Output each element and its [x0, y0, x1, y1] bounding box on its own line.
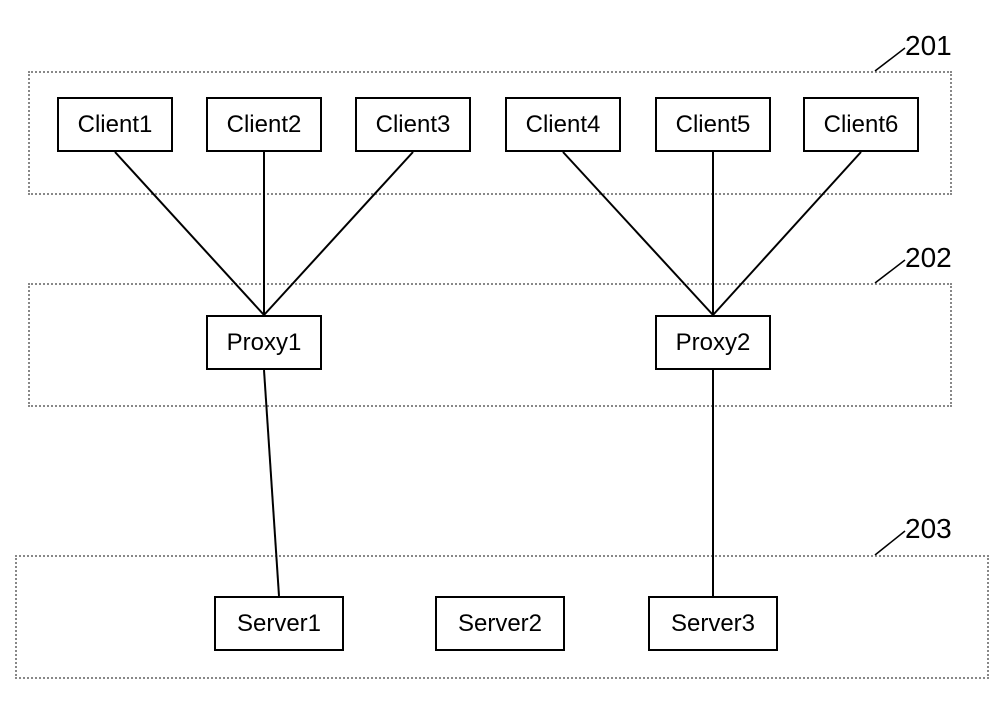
- client4-label: Client4: [526, 111, 601, 139]
- client2-label: Client2: [227, 111, 302, 139]
- diagram-canvas: 201 202 203 Client1 Client2 Client3 Clie…: [0, 0, 1000, 727]
- server3-label: Server3: [671, 610, 755, 638]
- proxies-layer-label: 202: [905, 242, 952, 274]
- proxy1-label: Proxy1: [227, 329, 302, 357]
- server2-node: Server2: [435, 596, 565, 651]
- server2-label: Server2: [458, 610, 542, 638]
- client5-node: Client5: [655, 97, 771, 152]
- proxy2-node: Proxy2: [655, 315, 771, 370]
- proxy2-label: Proxy2: [676, 329, 751, 357]
- server1-node: Server1: [214, 596, 344, 651]
- servers-layer-label: 203: [905, 513, 952, 545]
- proxies-layer-box: [28, 283, 952, 407]
- client6-label: Client6: [824, 111, 899, 139]
- client2-node: Client2: [206, 97, 322, 152]
- server1-label: Server1: [237, 610, 321, 638]
- client4-node: Client4: [505, 97, 621, 152]
- client6-node: Client6: [803, 97, 919, 152]
- proxy1-node: Proxy1: [206, 315, 322, 370]
- client1-label: Client1: [78, 111, 153, 139]
- client3-node: Client3: [355, 97, 471, 152]
- server3-node: Server3: [648, 596, 778, 651]
- client3-label: Client3: [376, 111, 451, 139]
- client5-label: Client5: [676, 111, 751, 139]
- clients-layer-label: 201: [905, 30, 952, 62]
- client1-node: Client1: [57, 97, 173, 152]
